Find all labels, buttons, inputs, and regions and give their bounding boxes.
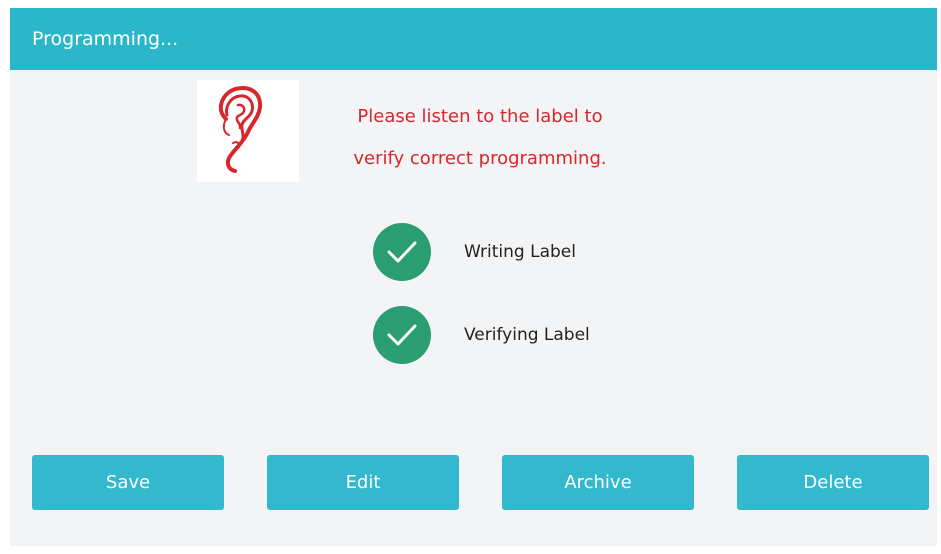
instruction-message: Please listen to the label to verify cor… bbox=[310, 96, 650, 180]
step-verifying-label: Verifying Label bbox=[373, 306, 590, 364]
dialog-title: Programming... bbox=[32, 28, 179, 50]
delete-button[interactable]: Delete bbox=[737, 455, 929, 510]
edit-button[interactable]: Edit bbox=[267, 455, 459, 510]
instruction-line-1: Please listen to the label to bbox=[357, 106, 603, 127]
step-writing-label: Writing Label bbox=[373, 223, 576, 281]
dialog-title-bar: Programming... bbox=[10, 8, 937, 70]
ear-icon bbox=[197, 80, 299, 182]
programming-dialog: Programming... Please listen to the labe… bbox=[10, 8, 937, 546]
checkmark-icon bbox=[373, 223, 431, 281]
archive-button[interactable]: Archive bbox=[502, 455, 694, 510]
save-button[interactable]: Save bbox=[32, 455, 224, 510]
step-label: Writing Label bbox=[464, 242, 576, 262]
step-label: Verifying Label bbox=[464, 325, 590, 345]
instruction-line-2: verify correct programming. bbox=[353, 148, 607, 169]
checkmark-icon bbox=[373, 306, 431, 364]
